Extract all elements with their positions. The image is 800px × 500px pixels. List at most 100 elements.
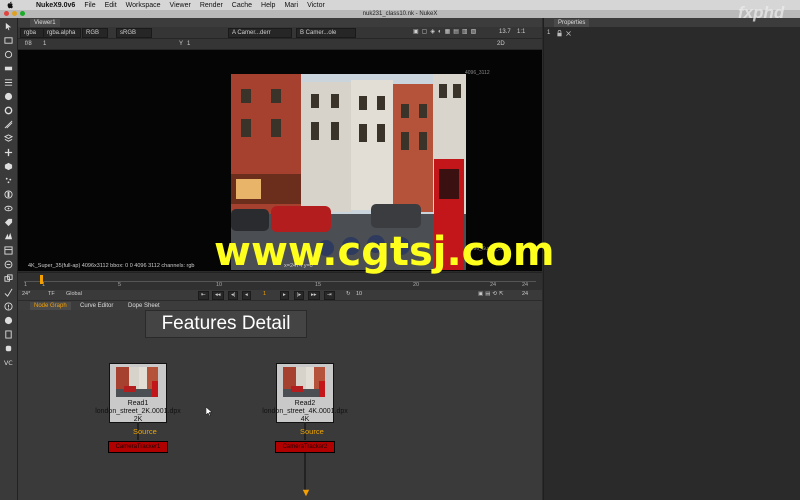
tf-select[interactable]: TF	[46, 291, 57, 298]
colorspace-select[interactable]: sRGB	[116, 28, 152, 38]
read2-node[interactable]: Read2 london_street_4K.0001.dpx 4K	[262, 363, 348, 423]
viewer-icon-buttons[interactable]: ▣▢◈◐▦▤▥▧	[410, 28, 496, 36]
window-title: nuk231_class10.nk - NukeX	[0, 10, 800, 18]
time-icon[interactable]	[4, 64, 13, 73]
play-back-button[interactable]: ◂	[242, 291, 251, 300]
gizmo-icon[interactable]	[4, 330, 13, 339]
properties-panel[interactable]: 1	[543, 27, 800, 500]
menu-help[interactable]: Help	[261, 2, 275, 9]
info-icon[interactable]	[4, 302, 13, 311]
gain-value[interactable]: 1	[40, 40, 49, 48]
menu-viewer[interactable]: Viewer	[170, 2, 191, 9]
nodegraph-tab-bar: Node Graph Curve Editor Dope Sheet	[18, 301, 542, 310]
input-a-label: Camer...derr	[237, 30, 271, 36]
channels-select[interactable]: rgba	[20, 28, 44, 38]
menu-cache[interactable]: Cache	[232, 2, 252, 9]
read1-node[interactable]: Read1 london_street_2K.0001.dpx 2K	[95, 363, 181, 423]
plugin-icon[interactable]	[4, 344, 13, 353]
view-mode-select[interactable]: 2D	[494, 40, 508, 48]
menu-mari[interactable]: Mari	[284, 2, 298, 9]
backdrop-label[interactable]: Features Detail	[145, 310, 307, 338]
last-frame-button[interactable]: ⇥	[324, 291, 335, 300]
menu-render[interactable]: Render	[200, 2, 223, 9]
python-icon[interactable]	[4, 316, 13, 325]
particles-icon[interactable]	[4, 176, 13, 185]
read1-thumbnail	[116, 367, 158, 397]
3d-icon[interactable]	[4, 162, 13, 171]
playback-options[interactable]: ▣▤⟲⇱	[476, 291, 508, 298]
tab-dope-sheet[interactable]: Dope Sheet	[124, 302, 164, 310]
zoom-value[interactable]: 13.7	[496, 28, 514, 36]
fps-select[interactable]: 24*	[20, 291, 32, 298]
menu-app-name[interactable]: NukeX9.0v6	[36, 2, 75, 9]
cameratracker1-node[interactable]: CameraTracker1	[108, 441, 168, 453]
read1-name: Read1	[127, 400, 149, 407]
viewer-input-arrow-icon[interactable]	[302, 489, 310, 497]
tick-label: 24	[490, 282, 497, 288]
image-icon[interactable]	[4, 36, 13, 45]
mouse-cursor-icon	[206, 407, 213, 416]
menu-file[interactable]: File	[84, 2, 95, 9]
cara-icon[interactable]	[4, 288, 13, 297]
viewer-info-bar: 4K_Super_35(full-ap) 4096x3112 bbox: 0 0…	[28, 263, 195, 269]
toolsets-icon[interactable]	[4, 232, 13, 241]
other-icon[interactable]	[4, 246, 13, 255]
menu-victor[interactable]: Victor	[307, 2, 325, 9]
tab-viewer1[interactable]: Viewer1	[30, 19, 60, 27]
minimize-window-button[interactable]	[12, 11, 17, 16]
ratio-value[interactable]: 1:1	[514, 28, 528, 36]
tab-properties[interactable]: Properties	[554, 19, 590, 27]
tab-curve-editor[interactable]: Curve Editor	[76, 302, 118, 310]
menu-edit[interactable]: Edit	[105, 2, 117, 9]
keyer-icon[interactable]	[4, 120, 13, 129]
filter-icon[interactable]	[4, 106, 13, 115]
next-frame-button[interactable]: |▸	[294, 291, 305, 300]
read1-file: london_street_2K.0001.dpx	[95, 408, 181, 415]
input-a-select[interactable]: A Camer...derr	[228, 28, 292, 38]
timeline-track	[24, 281, 536, 282]
menu-bar: NukeX9.0v6 File Edit Workspace Viewer Re…	[0, 0, 800, 10]
prev-key-button[interactable]: ◂◂	[212, 291, 224, 300]
read1-source-label: Source	[133, 427, 157, 436]
channel-icon[interactable]	[4, 78, 13, 87]
prev-frame-button[interactable]: ◂|	[228, 291, 239, 300]
furnace-icon[interactable]	[4, 260, 13, 269]
metadata-icon[interactable]	[4, 218, 13, 227]
first-frame-button[interactable]: ⇤	[198, 291, 209, 300]
properties-count[interactable]: 1	[547, 30, 550, 36]
lock-icon[interactable]	[556, 30, 563, 37]
deep-icon[interactable]	[4, 190, 13, 199]
apple-icon[interactable]	[6, 1, 14, 9]
tick-label: 10	[216, 282, 223, 288]
clear-properties-icon[interactable]	[565, 30, 572, 37]
step-icon[interactable]: ↻	[344, 291, 353, 298]
viewer-controls-bottom: f/8 1 Y 1 2D	[18, 39, 554, 50]
merge-icon[interactable]	[4, 134, 13, 143]
play-button[interactable]: ▸	[280, 291, 289, 300]
close-window-button[interactable]	[4, 11, 9, 16]
gamma-value[interactable]: 1	[184, 40, 193, 48]
views-icon[interactable]	[4, 204, 13, 213]
viewer-tab-bar: Viewer1	[18, 18, 542, 27]
step-value[interactable]: 10	[354, 291, 364, 298]
end-frame-field[interactable]: 24	[520, 291, 530, 298]
input-b-select[interactable]: B Camer...ole	[296, 28, 356, 38]
color-icon[interactable]	[4, 92, 13, 101]
tab-node-graph[interactable]: Node Graph	[30, 302, 71, 310]
draw-icon[interactable]	[4, 50, 13, 59]
ocula-icon[interactable]	[4, 274, 13, 283]
cameratracker2-output-wire	[304, 453, 306, 491]
vc-icon[interactable]: VC	[4, 358, 13, 367]
menu-workspace[interactable]: Workspace	[126, 2, 161, 9]
next-key-button[interactable]: ▸▸	[308, 291, 320, 300]
zoom-window-button[interactable]	[20, 11, 25, 16]
layer-select[interactable]: rgba.alpha	[43, 28, 81, 38]
transform-icon[interactable]	[4, 148, 13, 157]
display-select[interactable]: RGB	[82, 28, 108, 38]
fstop-value[interactable]: f/8	[22, 40, 35, 48]
global-select[interactable]: Global	[64, 291, 84, 298]
brand-watermark: fxphd	[738, 3, 785, 22]
cameratracker2-node[interactable]: CameraTracker2	[275, 441, 335, 453]
pointer-icon[interactable]	[4, 22, 13, 31]
current-frame-field[interactable]: 1	[261, 291, 268, 298]
